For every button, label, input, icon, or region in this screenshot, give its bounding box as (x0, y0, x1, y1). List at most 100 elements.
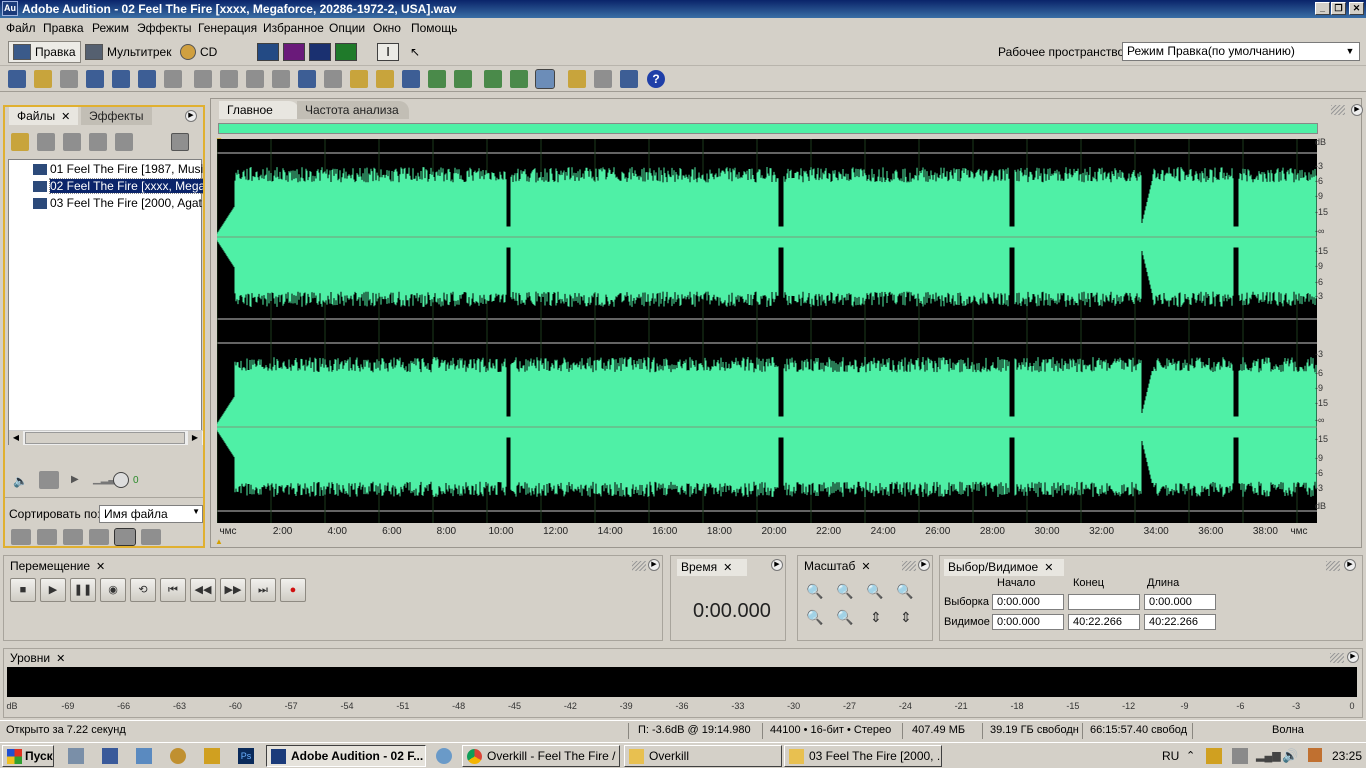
snap-ruler-icon[interactable] (510, 70, 528, 88)
selection-end-field[interactable] (1068, 594, 1140, 610)
tab-files[interactable]: Файлы ✕ (9, 107, 79, 125)
panel-menu-icon[interactable]: ▶ (185, 110, 197, 122)
close-icon[interactable]: ✕ (1349, 2, 1364, 15)
volume-icon[interactable]: 🔊 (1282, 748, 1298, 764)
panel-menu-icon[interactable]: ▶ (1344, 559, 1356, 571)
close-file-icon[interactable] (112, 70, 130, 88)
audition-app-icon[interactable]: Au (2, 1, 18, 16)
view-start-field[interactable]: 0:00.000 (992, 614, 1064, 630)
spectral-pitch-icon[interactable] (309, 43, 331, 61)
restore-icon[interactable]: ❐ (1331, 2, 1346, 15)
close-tab-icon[interactable]: ✕ (723, 562, 732, 574)
menu-help[interactable]: Помощь (411, 21, 457, 35)
menu-file[interactable]: Файл (6, 21, 36, 35)
batch-icon[interactable] (428, 70, 446, 88)
insert-cd-icon[interactable] (89, 133, 107, 151)
cut-icon[interactable] (324, 70, 342, 88)
selection-start-field[interactable]: 0:00.000 (992, 594, 1064, 610)
panel-menu-icon[interactable]: ▶ (918, 559, 930, 571)
fast-forward-button[interactable]: ▶▶ (220, 578, 246, 602)
pan-view-icon[interactable] (335, 43, 357, 61)
workspace-select[interactable]: Режим Правка(по умолчанию) ▼ (1122, 42, 1360, 61)
start-button[interactable]: Пуск (2, 745, 54, 767)
link-icon[interactable] (620, 70, 638, 88)
scroll-left-icon[interactable]: ◀ (9, 431, 23, 445)
menu-window[interactable]: Окно (373, 21, 401, 35)
horizontal-scrollbar[interactable]: ◀ ▶ (9, 430, 203, 445)
taskbar-window-chrome[interactable]: Overkill - Feel The Fire / ... (462, 745, 620, 767)
save-as-icon[interactable] (86, 70, 104, 88)
export-icon[interactable] (138, 70, 156, 88)
view-end-field[interactable]: 40:22.266 (1068, 614, 1140, 630)
settings-icon[interactable] (568, 70, 586, 88)
quicklaunch-icon[interactable] (170, 748, 186, 764)
marker-icon[interactable] (454, 70, 472, 88)
selection-length-field[interactable]: 0:00.000 (1144, 594, 1216, 610)
zoom-in-horizontal-icon[interactable]: 🔍 (806, 583, 823, 600)
filter-video-icon[interactable] (63, 529, 83, 545)
menu-edit[interactable]: Правка (43, 21, 84, 35)
sort-select[interactable]: Имя файла ▼ (99, 505, 203, 523)
loop-icon[interactable] (39, 471, 59, 489)
zoom-out-full-icon[interactable]: 🔍 (866, 583, 883, 600)
zoom-left-icon[interactable]: 🔍 (806, 609, 823, 626)
copy-new-icon[interactable] (298, 70, 316, 88)
quicklaunch-icon[interactable] (102, 748, 118, 764)
tray-icon[interactable] (1308, 748, 1322, 762)
mix-paste-icon[interactable] (376, 70, 394, 88)
filter-loop-icon[interactable] (37, 529, 57, 545)
open-file-icon[interactable] (34, 70, 52, 88)
play-preview-icon[interactable]: ▶ (71, 474, 79, 485)
minimize-icon[interactable]: _ (1315, 2, 1330, 15)
taskbar-window-folder-overkill[interactable]: Overkill (624, 745, 782, 767)
loop-button[interactable]: ⟲ (130, 578, 156, 602)
stop-button[interactable]: ■ (10, 578, 36, 602)
language-indicator[interactable]: RU (1162, 749, 1179, 763)
list-item[interactable]: 03 Feel The Fire [2000, Agat, Un (9, 195, 203, 212)
time-selection-tool-icon[interactable]: I (377, 43, 399, 61)
mixer-icon[interactable] (594, 70, 612, 88)
cd-mode-button[interactable]: CD (180, 41, 217, 63)
close-tab-icon[interactable]: ✕ (1044, 562, 1053, 574)
preview-icon[interactable] (171, 133, 189, 151)
quicklaunch-icon[interactable] (136, 748, 152, 764)
close-tab-icon[interactable]: ✕ (96, 561, 105, 573)
zoom-out-horizontal-icon[interactable]: 🔍 (836, 583, 853, 600)
spectral-view-icon[interactable] (283, 43, 305, 61)
filter-cd-icon[interactable] (141, 529, 161, 545)
filter-eye-icon[interactable] (114, 528, 136, 546)
menu-options[interactable]: Опции (329, 21, 365, 35)
close-tab-icon[interactable]: ✕ (61, 111, 70, 123)
menu-effects[interactable]: Эффекты (137, 21, 192, 35)
close-file-icon[interactable] (37, 133, 55, 151)
view-length-field[interactable]: 40:22.266 (1144, 614, 1216, 630)
import-file-icon[interactable] (11, 133, 29, 151)
tray-expand-icon[interactable]: ⌃ (1186, 749, 1195, 762)
save-icon[interactable] (60, 70, 78, 88)
taskbar-window-audition[interactable]: Adobe Audition - 02 F... (266, 745, 426, 767)
help-icon[interactable]: ? (647, 70, 665, 88)
go-to-end-button[interactable]: ⏭ (250, 578, 276, 602)
quicklaunch-icon[interactable] (68, 748, 84, 764)
scroll-thumb[interactable] (25, 432, 185, 444)
edit-file-icon[interactable] (115, 133, 133, 151)
tab-effects[interactable]: Эффекты (81, 107, 152, 125)
list-item[interactable]: 01 Feel The Fire [1987, Music Fo (9, 161, 203, 178)
zoom-right-icon[interactable]: 🔍 (836, 609, 853, 626)
network-icon[interactable]: ▂▄▆ (1256, 749, 1281, 762)
taskbar-window-folder-03[interactable]: 03 Feel The Fire [2000, ... (784, 745, 942, 767)
rewind-button[interactable]: ◀◀ (190, 578, 216, 602)
zoom-out-vertical-icon[interactable]: ⇕ (900, 609, 912, 626)
filter-wave-icon[interactable] (11, 529, 31, 545)
snap-icon[interactable] (484, 70, 502, 88)
quicklaunch-icon[interactable] (436, 748, 452, 764)
tray-icon[interactable] (1206, 748, 1222, 764)
redo-icon[interactable] (220, 70, 238, 88)
paste-icon[interactable] (350, 70, 368, 88)
speaker-icon[interactable]: 🔈 (13, 474, 28, 488)
panel-menu-icon[interactable]: ▶ (771, 559, 783, 571)
volume-knob[interactable] (113, 472, 129, 488)
undo-icon[interactable] (194, 70, 212, 88)
photoshop-icon[interactable]: Ps (238, 748, 254, 764)
insert-multitrack-icon[interactable] (63, 133, 81, 151)
